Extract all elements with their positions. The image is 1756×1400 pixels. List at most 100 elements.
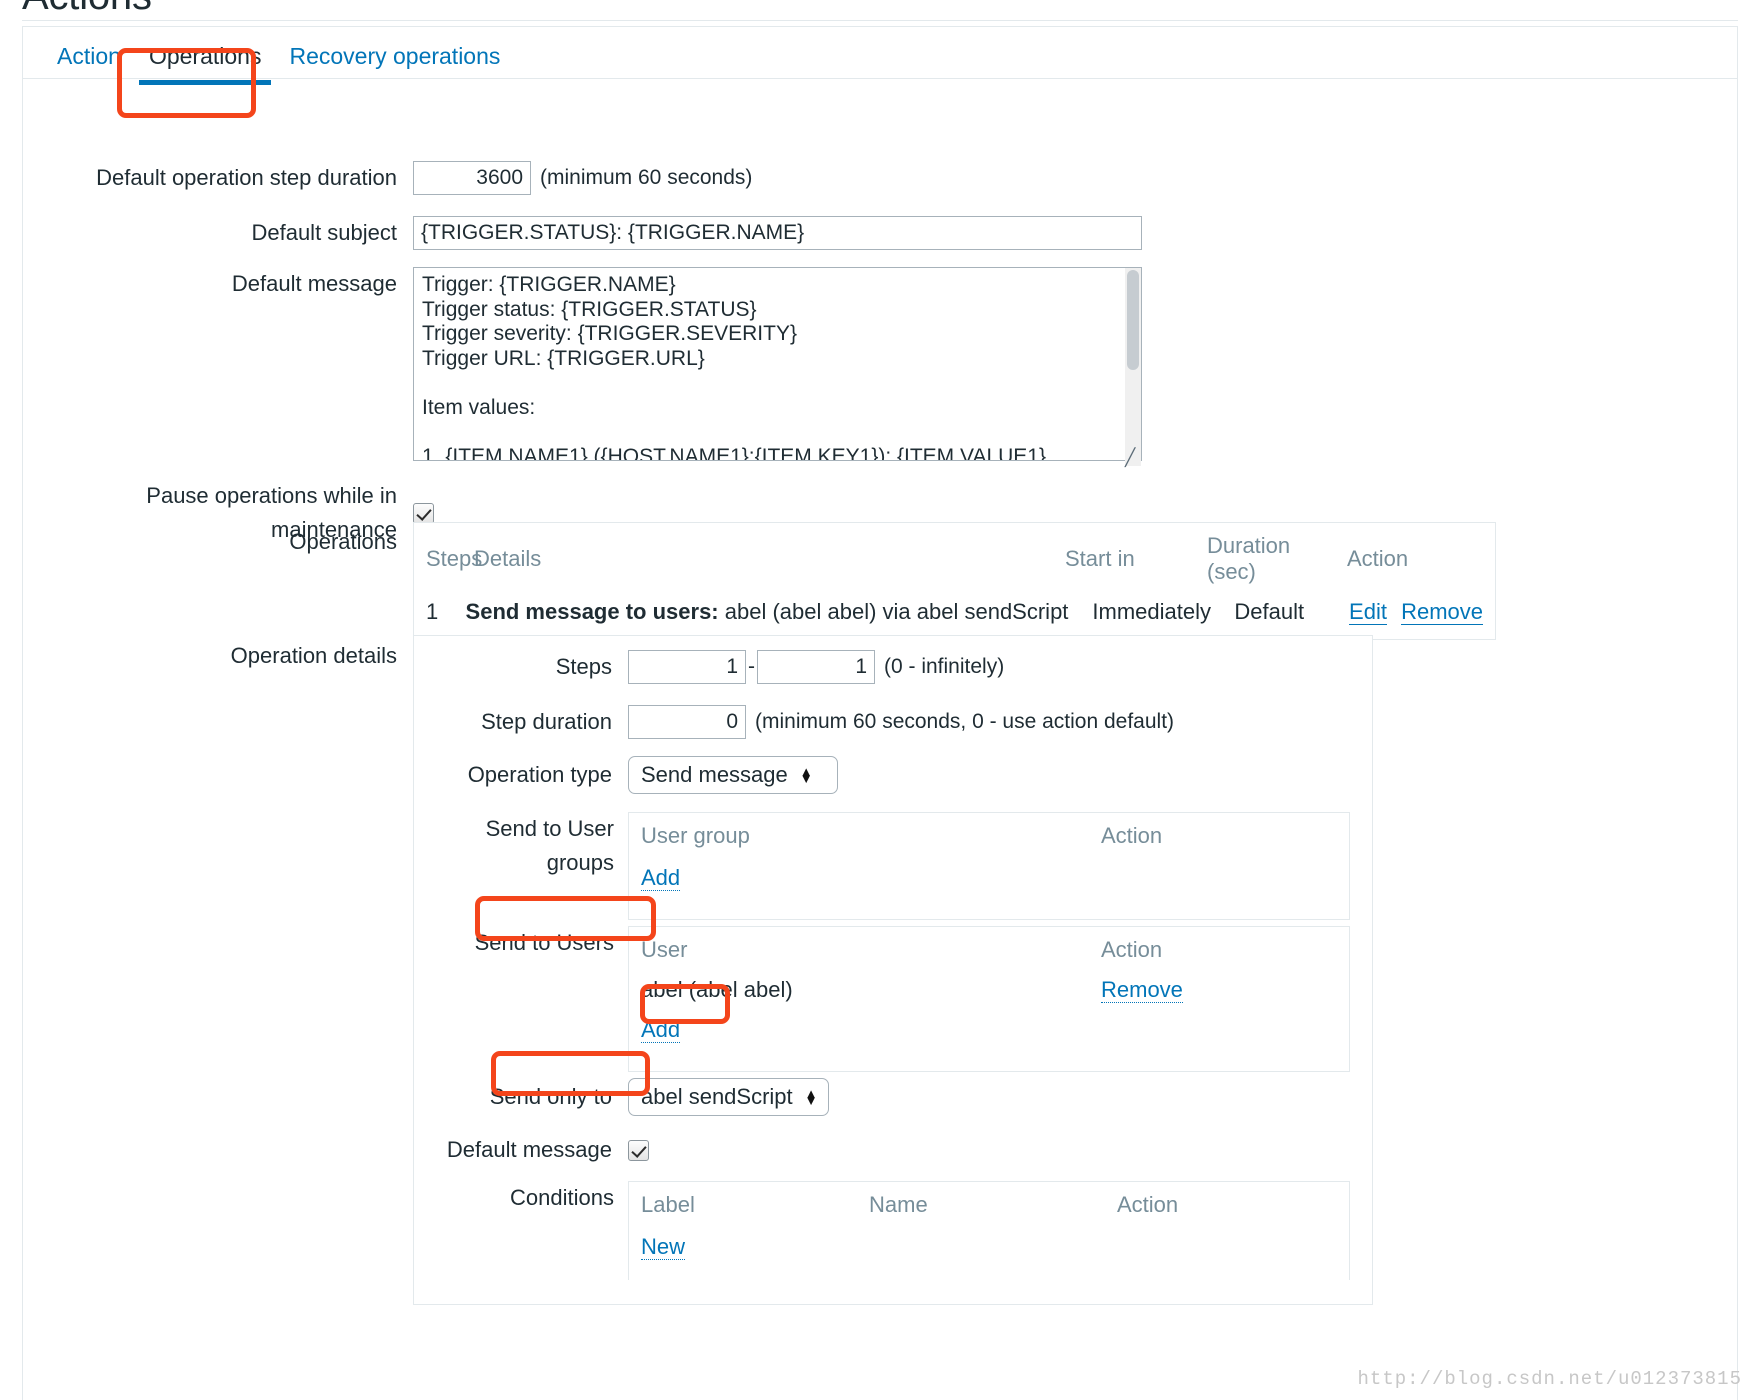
row-conditions: Conditions Label Name Action New xyxy=(414,1181,1374,1280)
users-table-header: User Action xyxy=(629,927,1349,971)
op-default-message-checkbox[interactable] xyxy=(628,1139,649,1161)
hint-step-duration: (minimum 60 seconds, 0 - use action defa… xyxy=(755,710,1175,733)
textarea-scrollbar[interactable] xyxy=(1125,268,1141,466)
label-send-to-users: Send to Users xyxy=(474,930,614,955)
label-steps: Steps xyxy=(555,654,612,679)
row-default-step-duration: Default operation step duration (minimum… xyxy=(23,161,1123,195)
steps-separator: - xyxy=(748,655,755,678)
conditions-new-cell: New xyxy=(629,1228,1349,1266)
cell-steps: 1 xyxy=(426,599,439,624)
default-message-textarea-wrap: Trigger: {TRIGGER.NAME} Trigger status: … xyxy=(413,267,1142,467)
users-add-cell: Add xyxy=(629,1011,1349,1049)
operation-type-select[interactable]: Send message ▲ ▼ xyxy=(628,756,838,794)
steps-to-input[interactable] xyxy=(757,650,875,684)
label-send-only-to: Send only to xyxy=(489,1084,612,1109)
default-subject-input[interactable] xyxy=(413,216,1142,250)
col-user-group: User group xyxy=(641,823,750,848)
label-operations: Operations xyxy=(289,529,397,554)
page-title: Actions xyxy=(22,0,152,19)
default-step-duration-input[interactable] xyxy=(413,161,531,195)
edit-operation-link[interactable]: Edit xyxy=(1349,599,1387,625)
label-step-duration: Step duration xyxy=(481,709,612,734)
col-action: Action xyxy=(1347,546,1409,571)
row-default-message: Default message Trigger: {TRIGGER.NAME} … xyxy=(23,267,1163,467)
col-user-action: Action xyxy=(1101,937,1163,962)
add-user-link[interactable]: Add xyxy=(641,1017,681,1043)
pause-maintenance-checkbox[interactable] xyxy=(413,502,434,524)
label-send-to-user-groups: Send to User groups xyxy=(485,816,614,875)
col-condition-name: Name xyxy=(869,1192,928,1217)
row-send-to-user-groups: Send to User groups User group Action Ad… xyxy=(414,812,1374,920)
cell-details-rest: abel (abel abel) via abel sendScript xyxy=(724,599,1069,624)
header-divider xyxy=(22,20,1738,21)
cell-user: abel (abel abel) xyxy=(641,977,793,1002)
col-details: Details xyxy=(474,546,542,571)
user-groups-table-header: User group Action xyxy=(629,813,1349,857)
table-row: 1 Send message to users: abel (abel abel… xyxy=(414,593,1495,639)
col-steps: Steps xyxy=(426,546,483,571)
stepper-arrows-icon: ▲ ▼ xyxy=(804,1086,818,1108)
cell-details-title: Send message to users: xyxy=(465,599,719,624)
row-default-subject: Default subject xyxy=(23,216,1163,250)
default-message-textarea[interactable]: Trigger: {TRIGGER.NAME} Trigger status: … xyxy=(413,267,1142,461)
label-default-subject: Default subject xyxy=(251,220,397,245)
row-step-duration: Step duration (minimum 60 seconds, 0 - u… xyxy=(414,705,1354,739)
cell-action: Edit Remove xyxy=(1347,593,1495,631)
tab-action[interactable]: Action xyxy=(43,27,135,84)
cell-start-in: Immediately xyxy=(1092,599,1212,624)
user-groups-table: User group Action Add xyxy=(628,812,1350,920)
row-operation-details: Operation details Steps - (0 - infinitel… xyxy=(23,635,1423,1305)
tab-operations[interactable]: Operations xyxy=(135,27,276,85)
operations-table: Steps Details Start in Duration (sec) Ac… xyxy=(413,522,1496,640)
row-op-default-message: Default message xyxy=(414,1133,1374,1167)
remove-user-link[interactable]: Remove xyxy=(1101,977,1183,1003)
textarea-scrollbar-thumb[interactable] xyxy=(1127,270,1139,370)
operation-type-value: Send message xyxy=(641,762,788,787)
actions-form-panel: Action Operations Recovery operations De… xyxy=(22,26,1738,1400)
conditions-table-header: Label Name Action xyxy=(629,1182,1349,1226)
label-operation-type: Operation type xyxy=(467,762,612,787)
user-groups-add-row: Add xyxy=(629,857,1349,919)
step-duration-input[interactable] xyxy=(628,705,746,739)
send-only-to-value: abel sendScript xyxy=(641,1084,793,1109)
cell-user-action: Remove xyxy=(1089,971,1349,1009)
tab-bar: Action Operations Recovery operations xyxy=(23,27,1737,85)
cell-duration: Default xyxy=(1234,599,1305,624)
col-user: User xyxy=(641,937,688,962)
user-groups-add-cell: Add xyxy=(629,859,1349,897)
conditions-table: Label Name Action New xyxy=(628,1181,1350,1280)
watermark: http://blog.csdn.net/u012373815 xyxy=(1357,1368,1742,1390)
table-row: abel (abel abel) Remove xyxy=(629,971,1349,1009)
label-operation-details: Operation details xyxy=(230,643,397,668)
operations-table-header: Steps Details Start in Duration (sec) Ac… xyxy=(414,523,1495,593)
label-op-default-message: Default message xyxy=(446,1137,612,1162)
label-default-message: Default message xyxy=(231,271,397,296)
new-condition-link[interactable]: New xyxy=(641,1234,686,1260)
stepper-arrows-icon: ▲ ▼ xyxy=(799,764,813,786)
row-operation-type: Operation type Send message ▲ ▼ xyxy=(414,756,1354,794)
hint-steps: (0 - infinitely) xyxy=(884,655,1005,678)
row-send-to-users: Send to Users User Action abel (abel abe… xyxy=(414,926,1374,1072)
steps-from-input[interactable] xyxy=(628,650,746,684)
send-only-to-select[interactable]: abel sendScript ▲ ▼ xyxy=(628,1078,829,1116)
users-table: User Action abel (abel abel) Remove Add xyxy=(628,926,1350,1072)
operation-details-box: Steps - (0 - infinitely) Step duration (… xyxy=(413,635,1373,1305)
col-user-group-action: Action xyxy=(1101,823,1163,848)
textarea-resize-grip[interactable]: ╱ xyxy=(1125,449,1139,466)
col-duration: Duration (sec) xyxy=(1207,533,1291,584)
cell-details: Send message to users: abel (abel abel) … xyxy=(464,593,1081,631)
row-send-only-to: Send only to abel sendScript ▲ ▼ xyxy=(414,1078,1374,1116)
label-conditions: Conditions xyxy=(510,1185,614,1210)
remove-operation-link[interactable]: Remove xyxy=(1401,599,1483,625)
col-condition-action: Action xyxy=(1117,1192,1179,1217)
label-default-step-duration: Default operation step duration xyxy=(96,165,397,190)
row-steps: Steps - (0 - infinitely) xyxy=(414,650,1354,684)
conditions-new-row: New xyxy=(629,1226,1349,1280)
add-user-group-link[interactable]: Add xyxy=(641,865,681,891)
page-header: Actions xyxy=(0,0,1756,22)
users-add-row: Add xyxy=(629,1009,1349,1071)
col-condition-label: Label xyxy=(641,1192,695,1217)
col-start-in: Start in xyxy=(1065,546,1135,571)
row-operations-table: Operations Steps Details Start in Durati… xyxy=(23,522,1513,640)
tab-recovery-operations[interactable]: Recovery operations xyxy=(275,27,514,84)
